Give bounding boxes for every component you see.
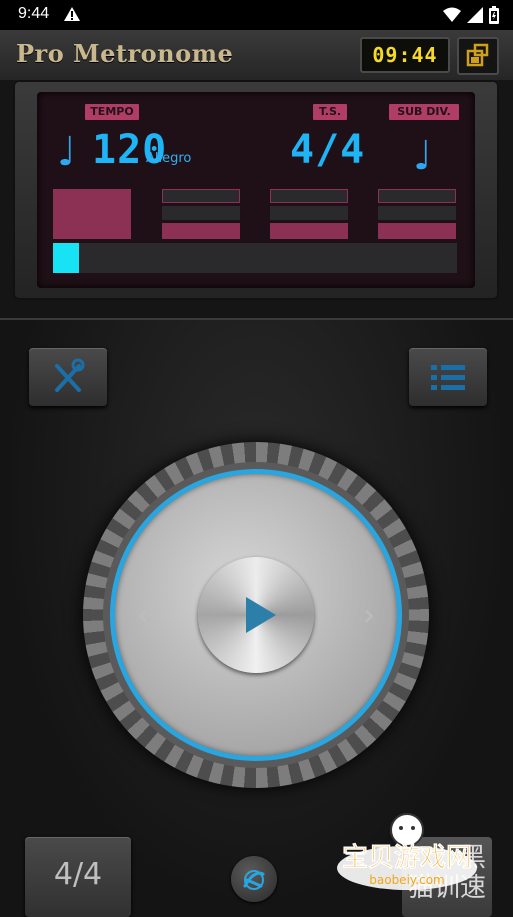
clock-display: 09:44 [360, 37, 450, 73]
tempo-name: Allegro [146, 151, 192, 166]
play-button[interactable] [198, 557, 314, 673]
note-icon: ♩ [57, 129, 76, 175]
wifi-icon [443, 7, 461, 22]
warning-icon [64, 7, 80, 21]
svg-text:baobeiy.com: baobeiy.com [369, 873, 444, 887]
display-frame: TEMPO T.S. SUB DIV. ♩ 120 Allegro 4/4 ♩ [13, 80, 499, 300]
chevron-left-icon[interactable]: ‹ [137, 598, 149, 633]
list-icon [431, 365, 465, 390]
beat-progress-track [53, 243, 457, 273]
play-icon [246, 597, 276, 633]
status-bar: 9:44 [0, 0, 513, 30]
beat-indicator-3 [270, 189, 348, 239]
beat-progress-fill [53, 243, 80, 273]
tap-icon [243, 870, 265, 890]
svg-text:宝贝游戏网: 宝贝游戏网 [342, 842, 472, 873]
time-signature-value[interactable]: 4/4 [290, 130, 365, 170]
lcd-screen: TEMPO T.S. SUB DIV. ♩ 120 Allegro 4/4 ♩ [37, 92, 475, 288]
time-signature-label: T.S. [313, 104, 347, 120]
lock-rotate-icon [466, 43, 489, 67]
beat-indicator-2 [162, 189, 240, 239]
subdivision-label: SUB DIV. [389, 104, 459, 120]
dial-face: ‹ › [115, 474, 397, 756]
orientation-lock-button[interactable] [457, 37, 499, 75]
watermark-logo: 宝贝游戏网 baobeiy.com [337, 813, 477, 890]
status-time: 9:44 [18, 5, 50, 22]
battery-icon [489, 6, 499, 24]
control-area: ‹ › 4/4 黑 猫训速 宝贝游戏网 baobeiy.com [0, 318, 513, 917]
tap-tempo-button[interactable] [231, 856, 277, 902]
time-signature-button[interactable]: 4/4 [25, 837, 131, 917]
settings-button[interactable] [29, 348, 107, 406]
chevron-right-icon[interactable]: › [363, 598, 375, 633]
subdivision-note-icon[interactable]: ♩ [413, 136, 432, 176]
tempo-dial[interactable]: ‹ › [83, 442, 429, 788]
tempo-label: TEMPO [85, 104, 139, 120]
menu-list-button[interactable] [409, 348, 487, 406]
system-icons [443, 6, 499, 24]
app-title: Pro Metronome [16, 39, 234, 68]
signal-icon [467, 7, 483, 23]
app-header: Pro Metronome 09:44 [0, 30, 513, 80]
beat-indicator-4 [378, 189, 456, 239]
tools-icon [55, 358, 85, 392]
beat-indicator-1 [53, 189, 131, 239]
